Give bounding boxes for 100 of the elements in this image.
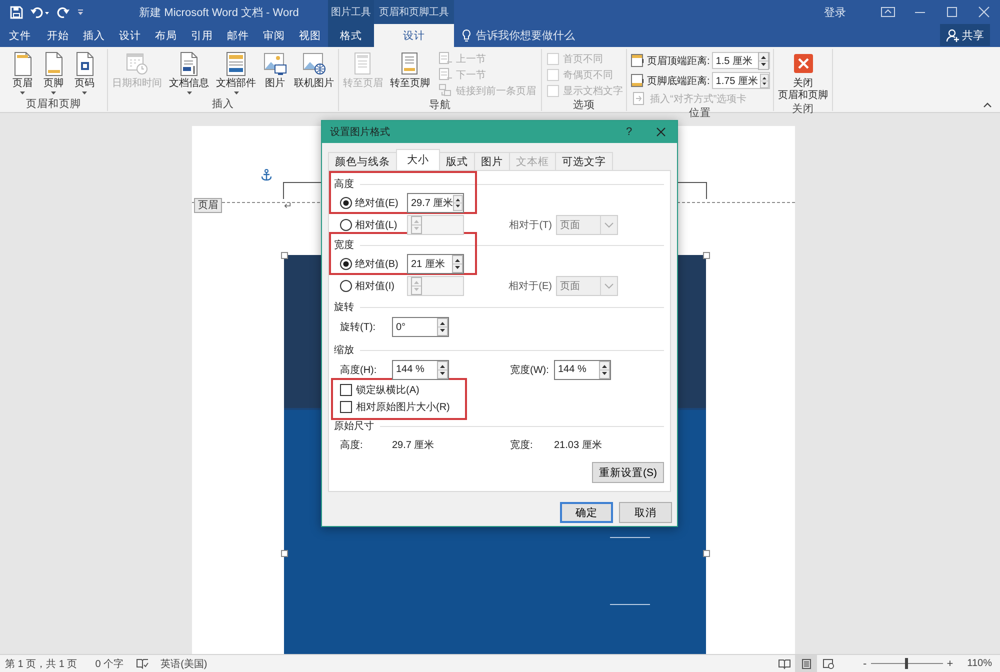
checkbox-label: 奇偶页不同 <box>563 68 613 82</box>
radio-label[interactable]: 绝对值(B) <box>355 257 404 271</box>
ribbon-display-icon <box>880 6 896 18</box>
ribbon-tab[interactable]: 邮件 <box>220 24 256 47</box>
link-icon <box>438 83 453 98</box>
radio-label[interactable]: 绝对值(E) <box>355 196 404 210</box>
zoom-slider-thumb[interactable] <box>905 658 908 669</box>
spin-field[interactable]: 0° <box>392 317 449 337</box>
group-label: 插入 <box>211 97 235 111</box>
reset-button[interactable]: 重新设置(S) <box>592 462 664 483</box>
field-label: 高度(H): <box>340 364 378 376</box>
ribbon-tab[interactable]: 审阅 <box>256 24 292 47</box>
checkbox[interactable] <box>340 384 352 396</box>
share-button[interactable]: 共享 <box>940 24 990 46</box>
ribbon-button[interactable]: 文档部件 <box>215 49 257 96</box>
spin-field[interactable]: 1.75 厘米 <box>712 72 770 89</box>
spin-field[interactable]: 21 厘米 <box>407 254 464 274</box>
spinner-icon[interactable] <box>452 255 463 273</box>
header-distance-icon <box>630 53 645 68</box>
spinner-icon[interactable] <box>453 194 463 212</box>
field-label: 宽度: <box>510 438 534 452</box>
ribbon-tab[interactable]: 文件 <box>0 24 40 47</box>
ribbon-tab[interactable]: 布局 <box>148 24 184 47</box>
ribbon-button[interactable]: 页脚 <box>40 49 66 96</box>
checkbox-label[interactable]: 相对原始图片大小(R) <box>356 400 450 414</box>
collapse-ribbon-icon[interactable] <box>983 102 992 108</box>
size-value: 21.03 厘米 <box>554 438 603 452</box>
undo-icon[interactable] <box>30 6 50 18</box>
dialog-tab[interactable]: 可选文字 <box>555 152 613 170</box>
resize-handle[interactable] <box>281 550 288 557</box>
spinner-icon[interactable] <box>758 52 769 70</box>
ribbon-tab[interactable]: 视图 <box>292 24 328 47</box>
spin-field[interactable]: 144 % <box>554 360 611 380</box>
resize-handle[interactable] <box>703 252 710 259</box>
ribbon-button[interactable]: 页码 <box>72 49 98 96</box>
dialog-tab[interactable]: 颜色与线条 <box>328 152 397 170</box>
ribbon-button[interactable]: 转至页脚 <box>389 49 431 90</box>
section-heading: 宽度 <box>334 238 354 252</box>
ribbon-button[interactable]: 文档信息 <box>168 49 210 96</box>
section-heading: 高度 <box>334 178 354 191</box>
footer-distance-icon <box>630 73 645 88</box>
read-mode-icon <box>778 658 791 670</box>
field-label: 宽度(W): <box>510 364 550 376</box>
spin-field[interactable]: 144 % <box>392 360 449 380</box>
spinner-icon[interactable] <box>437 360 448 378</box>
ribbon-button[interactable]: 关闭 页眉和页脚 <box>776 49 829 102</box>
ribbon-tab[interactable]: 插入 <box>76 24 112 47</box>
ribbon-tab[interactable]: 开始 <box>40 24 76 47</box>
save-icon[interactable] <box>10 6 23 18</box>
group-label: 选项 <box>572 98 596 112</box>
page-count: 第 1 页，共 1 页 <box>5 658 78 670</box>
view-button[interactable] <box>795 655 818 672</box>
spin-field[interactable]: 29.7 厘米 <box>407 193 464 213</box>
field-label: 相对于(E) <box>508 280 552 293</box>
sign-in-link[interactable]: 登录 <box>824 4 846 20</box>
contextual-tab-label: 页眉和页脚工具 <box>374 0 454 24</box>
dialog-button[interactable]: 取消 <box>619 502 672 523</box>
field-label: 页眉顶端距离: <box>647 54 710 68</box>
ribbon-tab[interactable]: 格式 <box>328 24 374 47</box>
zoom-level[interactable]: 110% <box>967 658 992 669</box>
help-button[interactable]: ? <box>613 121 645 143</box>
zoom-in-button[interactable]: + <box>942 658 958 670</box>
dialog-button[interactable]: 确定 <box>560 502 613 523</box>
resize-handle[interactable] <box>703 550 710 557</box>
ribbon-tab[interactable]: 设计 <box>112 24 148 47</box>
ribbon-tab[interactable]: 设计 <box>374 24 454 47</box>
checkbox[interactable] <box>340 400 352 412</box>
spinner-icon[interactable] <box>437 318 448 336</box>
radio-button[interactable] <box>340 258 352 270</box>
spinner-icon[interactable] <box>760 72 769 90</box>
section-heading: 缩放 <box>334 344 354 357</box>
ribbon-tab[interactable]: 引用 <box>184 24 220 47</box>
redo-icon[interactable] <box>57 6 70 18</box>
radio-button[interactable] <box>340 197 352 209</box>
proofing-book-icon[interactable] <box>136 658 149 669</box>
lightbulb-icon <box>462 29 471 42</box>
ribbon-button[interactable]: 页眉 <box>10 49 36 96</box>
checkbox-label: 显示文档文字 <box>563 84 623 98</box>
spinner-icon[interactable] <box>599 360 610 378</box>
close-icon <box>656 127 666 137</box>
calendar-clock-icon <box>125 51 149 77</box>
ribbon-button[interactable]: 图片 <box>262 49 288 90</box>
header-tag: 页眉 <box>194 198 222 213</box>
anchor-icon[interactable] <box>261 169 272 181</box>
group-label: 关闭 <box>790 102 815 116</box>
web-layout-icon <box>822 658 835 670</box>
language-label[interactable]: 英语(美国) <box>160 656 208 670</box>
group-label: 导航 <box>428 98 452 112</box>
ribbon-button[interactable]: 联机图片 <box>293 49 335 90</box>
checkbox-label[interactable]: 锁定纵横比(A) <box>356 382 420 396</box>
dialog-tab[interactable]: 大小 <box>396 149 440 170</box>
customize-caret-icon[interactable] <box>77 8 84 16</box>
previous-section-icon <box>438 51 453 66</box>
size-value: 29.7 厘米 <box>392 438 436 452</box>
zoom-out-button[interactable]: - <box>859 658 871 670</box>
document-parts-icon <box>224 51 248 77</box>
tell-me-search[interactable]: 告诉我你想要做什么 <box>476 28 575 43</box>
spin-field[interactable]: 1.5 厘米 <box>712 52 770 69</box>
resize-handle[interactable] <box>281 252 288 259</box>
window-title: 新建 Microsoft Word 文档 - Word <box>138 6 300 20</box>
